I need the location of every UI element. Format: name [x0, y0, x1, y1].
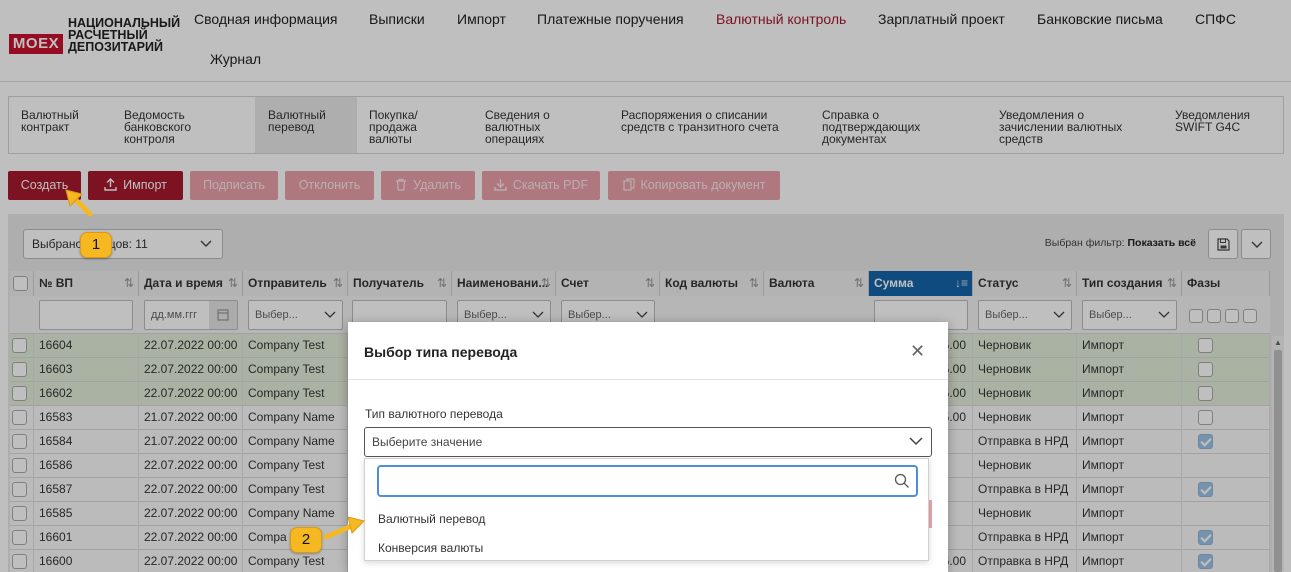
pointer-arrow-2	[323, 516, 365, 540]
option-currency-conversion[interactable]: Конверсия валюты	[378, 541, 483, 555]
close-icon[interactable]: ✕	[910, 342, 925, 360]
search-icon	[894, 473, 909, 488]
step-badge-1: 1	[80, 232, 112, 258]
modal-title: Выбор типа перевода	[364, 344, 518, 360]
transfer-type-select[interactable]: Выберите значение	[364, 427, 932, 457]
transfer-type-label: Тип валютного перевода	[365, 407, 503, 421]
option-currency-transfer[interactable]: Валютный перевод	[378, 512, 485, 526]
dropdown-search-input[interactable]	[377, 465, 918, 497]
transfer-type-dropdown: Валютный перевод Конверсия валюты	[364, 458, 929, 561]
step-badge-2: 2	[290, 527, 322, 553]
pointer-arrow-1	[65, 189, 93, 217]
modal-divider	[348, 379, 948, 380]
